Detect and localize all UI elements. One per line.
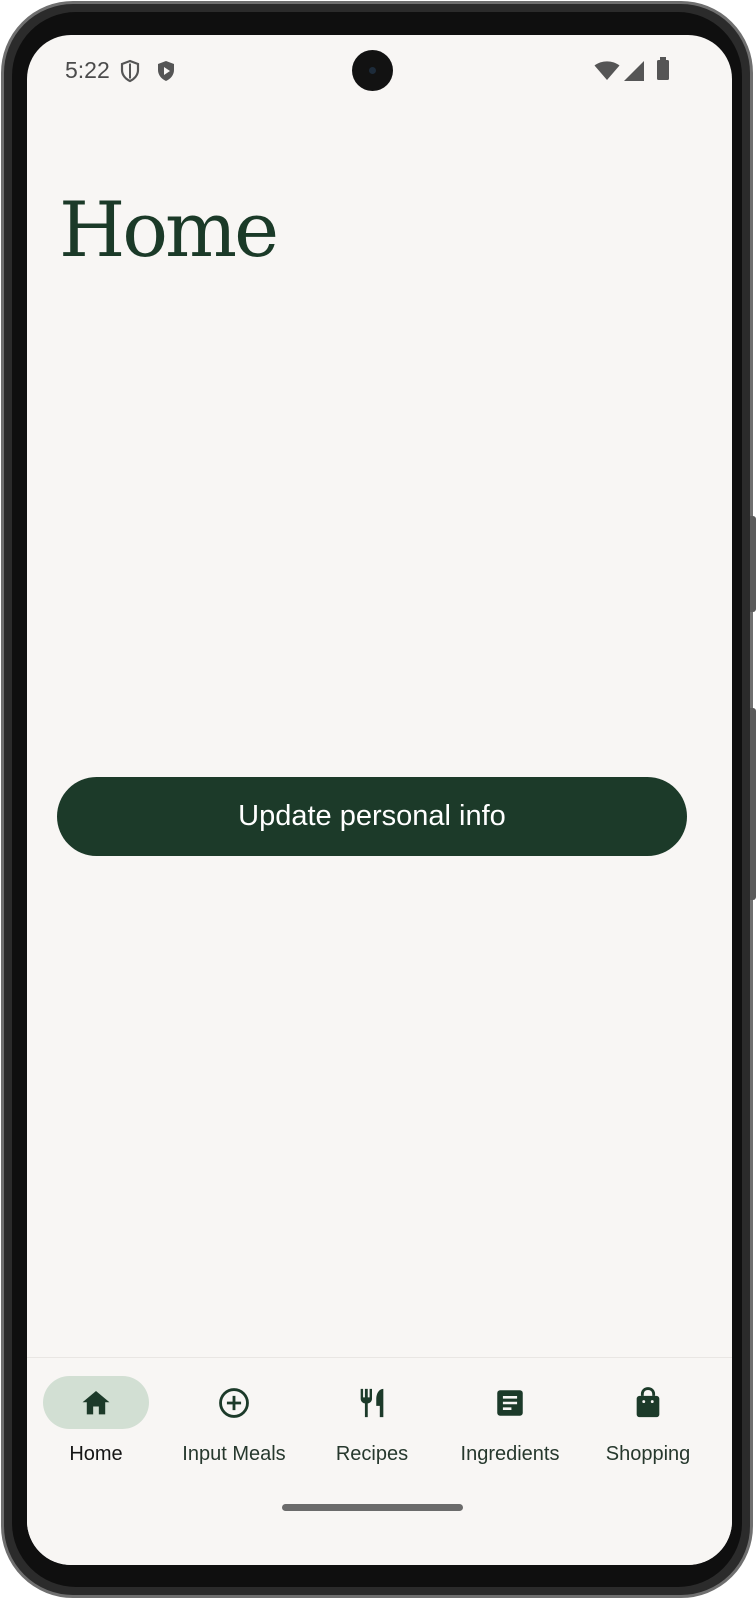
- nav-item-recipes[interactable]: Recipes: [303, 1376, 441, 1476]
- shopping-bag-icon: [636, 1387, 660, 1418]
- status-time: 5:22: [65, 57, 110, 83]
- fork-knife-icon: [360, 1388, 384, 1418]
- nav-label-shopping: Shopping: [605, 1443, 691, 1465]
- nav-item-home[interactable]: Home: [27, 1376, 165, 1476]
- bottom-navigation: Home Input Meals Recipes Ingredients Sho…: [27, 1357, 732, 1565]
- phone-frame: 5:22 Home Update personal info Home Inpu…: [1, 1, 756, 1598]
- add-circle-icon: [219, 1388, 249, 1418]
- nav-label-input-meals: Input Meals: [182, 1443, 286, 1465]
- home-icon: [82, 1390, 110, 1415]
- status-bar: 5:22: [27, 35, 732, 105]
- shield-play-icon: [158, 61, 174, 81]
- cell-signal-icon: [624, 61, 644, 81]
- shield-outline-icon: [120, 59, 140, 83]
- front-camera: [352, 50, 393, 91]
- gesture-home-indicator[interactable]: [282, 1504, 463, 1511]
- app-screen: 5:22 Home Update personal info Home Inpu…: [27, 35, 732, 1565]
- wifi-icon: [594, 61, 620, 80]
- nav-label-recipes: Recipes: [335, 1443, 409, 1465]
- nav-item-ingredients[interactable]: Ingredients: [441, 1376, 579, 1476]
- list-document-icon: [497, 1390, 523, 1416]
- nav-item-shopping[interactable]: Shopping: [579, 1376, 717, 1476]
- power-button: [750, 516, 756, 612]
- volume-button: [750, 708, 756, 900]
- page-title: Home: [59, 185, 279, 274]
- nav-item-input-meals[interactable]: Input Meals: [165, 1376, 303, 1476]
- nav-label-ingredients: Ingredients: [460, 1443, 560, 1465]
- update-personal-info-button[interactable]: Update personal info: [57, 777, 687, 856]
- battery-icon: [657, 57, 669, 80]
- nav-label-home: Home: [69, 1443, 123, 1465]
